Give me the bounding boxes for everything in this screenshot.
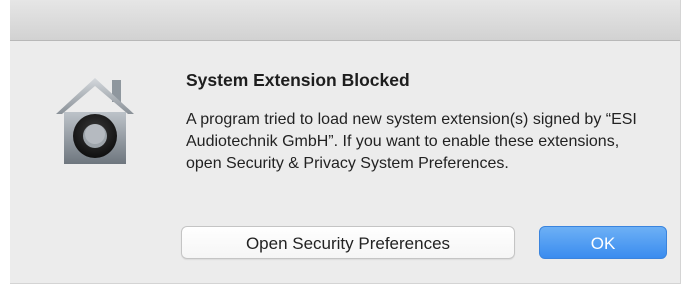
ok-button[interactable]: OK [539,226,667,259]
open-security-preferences-button[interactable]: Open Security Preferences [181,226,515,259]
security-lock-house-icon [56,78,134,164]
dialog-titlebar [10,0,680,41]
alert-dialog: System Extension Blocked A program tried… [10,0,681,284]
screen: System Extension Blocked A program tried… [0,0,688,285]
dialog-title: System Extension Blocked [186,70,410,90]
dialog-message: A program tried to load new system exten… [186,111,637,172]
